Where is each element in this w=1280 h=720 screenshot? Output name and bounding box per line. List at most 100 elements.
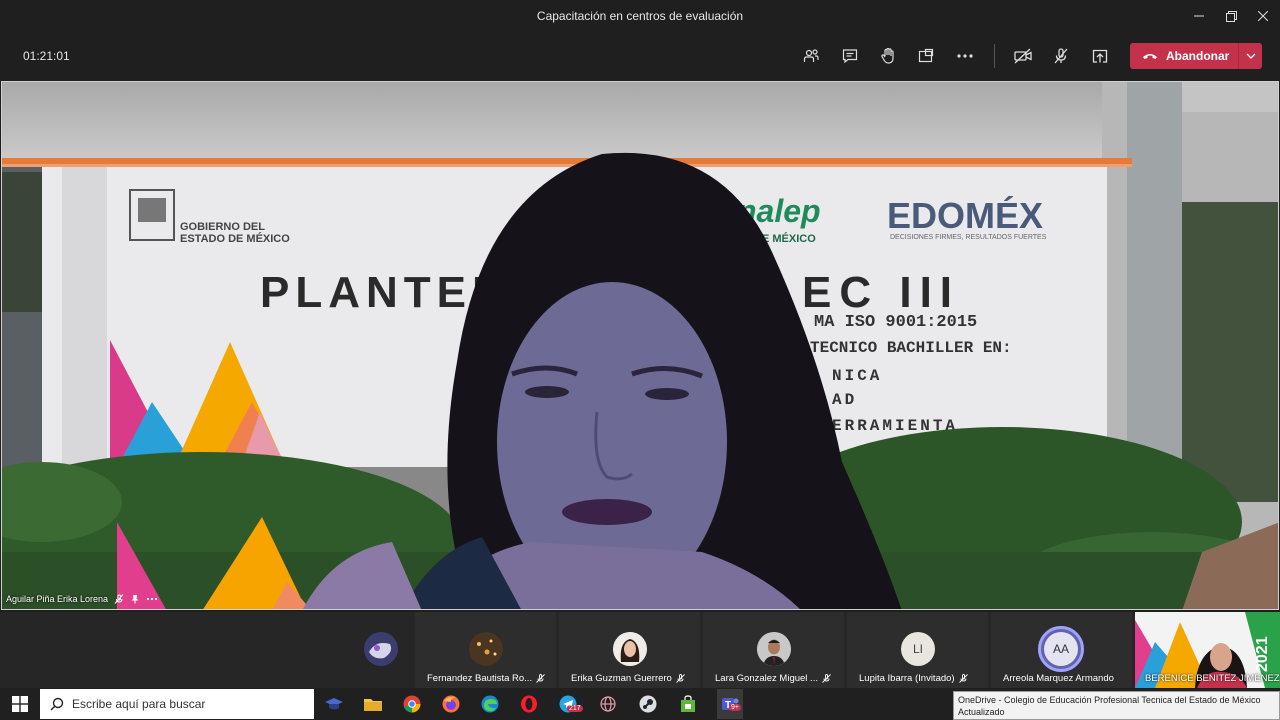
mic-off-icon	[958, 674, 968, 683]
tooltip-line-1: OneDrive - Colegio de Educación Profesio…	[958, 695, 1261, 705]
avatar: LI	[901, 632, 935, 666]
folder-icon	[364, 699, 382, 711]
taskbar-app-steam[interactable]	[637, 693, 659, 715]
meeting-timer: 01:21:01	[23, 49, 70, 63]
participant-tile[interactable]: AA Arreola Marquez Armando	[991, 612, 1132, 688]
restore-button[interactable]	[1216, 5, 1246, 27]
self-video-tile[interactable]: 2021 BERENICE BENITEZ JIMENEZ	[1135, 612, 1280, 688]
restore-icon	[1225, 10, 1237, 22]
participants-button[interactable]	[798, 44, 824, 68]
avatar	[757, 632, 791, 666]
participant-name-row: Lupita Ibarra (Invitado)	[859, 673, 968, 684]
telegram-badge: 217	[567, 705, 583, 712]
participant-name: Arreola Marquez Armando	[1003, 673, 1114, 684]
taskbar-search[interactable]: Escribe aquí para buscar	[40, 689, 314, 719]
leave-options-button[interactable]	[1238, 43, 1262, 69]
taskbar-app-graduation[interactable]	[323, 693, 345, 715]
steam-icon	[639, 695, 657, 713]
ellipsis-icon[interactable]	[146, 594, 158, 604]
mic-off-icon	[114, 594, 124, 604]
search-placeholder: Escribe aquí para buscar	[72, 697, 206, 711]
edge-icon	[481, 695, 499, 713]
participant-name: BERENICE BENITEZ JIMENEZ	[1145, 673, 1280, 684]
mic-off-icon	[536, 674, 545, 683]
participant-name-row: Fernandez Bautista Ro...	[427, 673, 545, 684]
taskbar-app-store[interactable]	[677, 693, 699, 715]
sign-edomex-sub: DECISIONES FIRMES, RESULTADOS FUERTES	[890, 234, 1047, 241]
main-video-stage[interactable]: GOBIERNO DEL ESTADO DE MÉXICO PLANTEL na…	[1, 81, 1279, 610]
camera-toggle-button[interactable]	[1010, 44, 1036, 68]
taskbar-app-teams[interactable]: T 9+	[717, 689, 743, 719]
more-actions-button[interactable]	[952, 44, 978, 68]
chat-icon	[842, 49, 858, 64]
participant-name: Fernandez Bautista Ro...	[427, 673, 533, 684]
store-bag-icon	[681, 695, 695, 712]
people-icon	[803, 49, 819, 62]
taskbar-app-network[interactable]	[597, 693, 619, 715]
participant-tile[interactable]: Lara Gonzalez Miguel ...	[703, 612, 844, 688]
graduation-cap-icon	[325, 698, 343, 710]
opera-icon	[521, 695, 537, 713]
chevron-down-icon	[1246, 53, 1255, 59]
ellipsis-icon	[957, 54, 973, 58]
raise-hand-button[interactable]	[875, 44, 901, 68]
participant-tile[interactable]: Fernandez Bautista Ro...	[415, 612, 556, 688]
taskbar-app-telegram[interactable]: 217	[557, 693, 583, 715]
minimize-button[interactable]	[1184, 5, 1214, 27]
taskbar-app-opera[interactable]	[518, 693, 540, 715]
participant-name: Erika Guzman Guerrero	[571, 673, 672, 684]
taskbar-app-chrome[interactable]	[401, 693, 423, 715]
speaker-video: GOBIERNO DEL ESTADO DE MÉXICO PLANTEL na…	[2, 82, 1278, 609]
taskbar-app-firefox[interactable]	[440, 693, 462, 715]
sign-tec-text: EC III	[802, 268, 960, 317]
participant-tile[interactable]: LI Lupita Ibarra (Invitado)	[847, 612, 988, 688]
rooms-button[interactable]	[913, 44, 939, 68]
chrome-icon	[403, 695, 421, 713]
sign-gov-text: GOBIERNO DEL	[180, 221, 265, 233]
close-icon	[1258, 11, 1268, 21]
title-bar: Capacitación en centros de evaluación	[0, 0, 1280, 32]
start-button[interactable]	[9, 693, 31, 715]
participant-name-row: Arreola Marquez Armando	[1003, 673, 1114, 684]
svg-text:2021: 2021	[1254, 636, 1271, 672]
meeting-toolbar: 01:21:01 Abandonar	[0, 32, 1280, 80]
sign-gov-text-2: ESTADO DE MÉXICO	[180, 232, 290, 245]
hand-icon	[881, 47, 894, 64]
leave-button[interactable]: Abandonar	[1130, 43, 1262, 69]
avatar	[364, 632, 398, 666]
participant-tile[interactable]	[352, 612, 412, 688]
avatar: AA	[1044, 632, 1078, 666]
pin-icon[interactable]	[130, 594, 140, 604]
sign-line-1: TECNICO BACHILLER EN:	[810, 339, 1012, 357]
toolbar-divider	[994, 44, 995, 68]
participant-name: Lara Gonzalez Miguel ...	[715, 673, 818, 684]
breakout-rooms-icon	[918, 48, 934, 63]
share-screen-button[interactable]	[1087, 44, 1113, 68]
mic-off-icon	[822, 674, 831, 683]
taskbar-app-edge[interactable]	[479, 693, 501, 715]
sign-conalep-sub: E MÉXICO	[762, 232, 816, 245]
leave-label: Abandonar	[1166, 49, 1230, 63]
close-window-button[interactable]	[1248, 5, 1278, 27]
onedrive-tooltip: OneDrive - Colegio de Educación Profesio…	[953, 691, 1280, 720]
participant-name-row: Lara Gonzalez Miguel ...	[715, 673, 831, 684]
mic-toggle-button[interactable]	[1048, 44, 1074, 68]
participant-name: Lupita Ibarra (Invitado)	[859, 673, 955, 684]
speaker-name-chip: Aguilar Piña Erika Lorena	[6, 594, 158, 604]
firefox-icon	[442, 695, 460, 713]
avatar	[469, 632, 503, 666]
mic-off-icon	[676, 674, 685, 683]
participant-tile[interactable]: Erika Guzman Guerrero	[559, 612, 700, 688]
sign-edomex-text: EDOMÉX	[887, 195, 1043, 236]
taskbar-app-file-explorer[interactable]	[362, 693, 384, 715]
window-title: Capacitación en centros de evaluación	[536, 9, 744, 23]
camera-off-icon	[1014, 48, 1032, 64]
windows-logo-icon	[12, 696, 28, 712]
share-screen-icon	[1092, 49, 1108, 63]
minimize-icon	[1194, 15, 1204, 17]
avatar-speaking-ring: AA	[1038, 626, 1084, 672]
tooltip-line-2: Actualizado	[958, 707, 1005, 717]
network-globe-icon	[600, 696, 616, 712]
mic-off-icon	[1054, 48, 1068, 64]
chat-button[interactable]	[837, 44, 863, 68]
